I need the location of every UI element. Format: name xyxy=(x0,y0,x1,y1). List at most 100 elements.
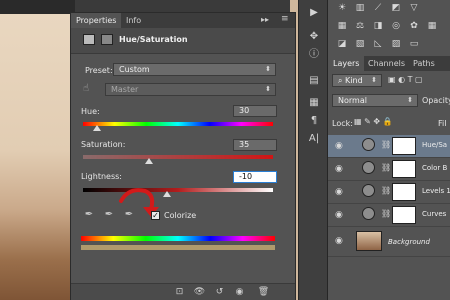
output-color-bar xyxy=(81,245,275,250)
hue-slider-thumb[interactable] xyxy=(93,125,101,131)
layer-row[interactable]: ◉ ⛓ Curves xyxy=(328,204,450,227)
right-panels: ☀ ▥ ⟋ ◩ ▽ ▦ ⚖ ◨ ◎ ✿ ▦ ◪ ▧ ◺ ▨ ▭ Layers C… xyxy=(328,0,450,300)
bw-icon[interactable]: ◨ xyxy=(372,20,384,32)
tab-info[interactable]: Info xyxy=(121,13,146,28)
fill-label: Fil xyxy=(438,119,447,128)
brightness-icon[interactable]: ☀ xyxy=(336,2,348,14)
background-thumb xyxy=(356,231,382,251)
saturation-input[interactable]: 35 xyxy=(233,139,277,151)
layer-name: Curves xyxy=(422,210,447,218)
layer-name: Background xyxy=(388,238,430,246)
preset-value: Custom xyxy=(119,65,150,74)
tab-properties[interactable]: Properties xyxy=(71,13,122,28)
color-lookup-icon[interactable]: ▦ xyxy=(426,20,438,32)
lock-label: Lock: xyxy=(332,119,353,128)
hue-slider-track[interactable] xyxy=(83,122,273,126)
layer-mask-thumb xyxy=(392,137,416,155)
balance-icon[interactable]: ⚖ xyxy=(354,20,366,32)
brush-presets-icon[interactable]: ▤ xyxy=(307,74,321,88)
channel-select[interactable]: Master ⬍ xyxy=(105,83,276,96)
photo-filter-icon[interactable]: ◎ xyxy=(390,20,402,32)
lightness-slider-thumb[interactable] xyxy=(163,191,171,197)
exposure-icon[interactable]: ◩ xyxy=(390,2,402,14)
selective-color-icon[interactable]: ▨ xyxy=(390,38,402,50)
tab-channels[interactable]: Channels xyxy=(363,56,410,71)
hand-target-icon[interactable]: ☝ xyxy=(83,83,89,94)
eye-icon[interactable]: ◉ xyxy=(335,187,343,197)
tab-paths[interactable]: Paths xyxy=(408,56,440,71)
channel-value: Master xyxy=(111,85,139,94)
blend-mode-select[interactable]: Normal ⬍ xyxy=(332,94,418,107)
gradient-map-icon[interactable]: ▭ xyxy=(408,38,420,50)
eyedropper-plus-icon[interactable]: ✒ xyxy=(103,209,115,221)
paragraph-icon[interactable]: ¶ xyxy=(307,114,321,128)
layer-row[interactable]: ◉ ⛓ Hue/Sa xyxy=(328,135,450,158)
layer-filter-icons[interactable]: ▣ ◐ T ▢ xyxy=(388,74,448,86)
eye-icon[interactable]: ◉ xyxy=(335,210,343,220)
layer-row[interactable]: ◉ ⛓ Color B xyxy=(328,158,450,181)
swatches-icon[interactable]: ▦ xyxy=(307,96,321,110)
saturation-slider-thumb[interactable] xyxy=(145,158,153,164)
clip-to-layer-icon[interactable]: ⊡ xyxy=(173,286,186,299)
layer-name: Hue/Sa xyxy=(422,141,448,149)
layer-mask-thumb xyxy=(392,206,416,224)
lock-icons[interactable]: ▦ ✎ ✥ 🔒 xyxy=(354,117,393,126)
preset-label: Preset: xyxy=(85,66,113,75)
trash-icon[interactable]: 🗑 xyxy=(257,286,270,299)
vibrance-icon[interactable]: ▽ xyxy=(408,2,420,14)
lightness-label: Lightness: xyxy=(81,172,122,181)
panel-dock-strip: ▶ ✥ ⓘ ▤ ▦ ¶ A| xyxy=(298,0,328,300)
actions-icon[interactable]: ▶ xyxy=(307,6,321,20)
invert-icon[interactable]: ◪ xyxy=(336,38,348,50)
character-icon[interactable]: A| xyxy=(307,132,321,146)
collapse-icon[interactable]: ▸▸ xyxy=(261,15,269,24)
layer-name: Color B xyxy=(422,164,448,172)
chevron-updown-icon: ⬍ xyxy=(407,96,413,104)
properties-bottom-bar: ⊡ 👁 ↺ ◉ 🗑 xyxy=(71,283,295,300)
input-color-bar xyxy=(81,236,275,241)
link-icon: ⛓ xyxy=(381,186,392,195)
panel-menu-icon[interactable]: ≡ xyxy=(281,14,289,24)
layer-mask-thumb xyxy=(392,183,416,201)
lightness-input[interactable]: -10 xyxy=(233,171,277,183)
threshold-icon[interactable]: ◺ xyxy=(372,38,384,50)
adjustment-thumb-icon xyxy=(362,138,375,151)
hue-input[interactable]: 30 xyxy=(233,105,277,117)
opacity-label: Opacity xyxy=(422,96,450,105)
tab-layers[interactable]: Layers xyxy=(328,56,365,71)
eye-icon[interactable]: ◉ xyxy=(335,164,343,174)
saturation-slider-track[interactable] xyxy=(83,155,273,159)
eyedropper-icon[interactable]: ✒ xyxy=(83,209,95,221)
eyedropper-minus-icon[interactable]: ✒ xyxy=(123,209,135,221)
document-canvas xyxy=(0,0,75,300)
filter-kind-value: Kind xyxy=(345,76,363,85)
visibility-icon[interactable]: ◉ xyxy=(233,286,246,299)
panel-title: Hue/Saturation xyxy=(119,35,188,44)
adjustment-thumb-icon xyxy=(362,161,375,174)
view-previous-icon[interactable]: 👁 xyxy=(193,286,206,299)
history-icon[interactable]: ✥ xyxy=(307,30,321,44)
levels-icon[interactable]: ▥ xyxy=(354,2,366,14)
hue-label: Hue: xyxy=(81,107,100,116)
layer-row[interactable]: ◉ Background xyxy=(328,227,450,257)
mask-icon[interactable] xyxy=(101,34,113,45)
eye-icon[interactable]: ◉ xyxy=(335,141,343,151)
posterize-icon[interactable]: ▧ xyxy=(354,38,366,50)
eye-icon[interactable]: ◉ xyxy=(335,236,343,246)
link-icon: ⛓ xyxy=(381,163,392,172)
curves-icon[interactable]: ⟋ xyxy=(372,2,384,14)
adjustment-thumb-icon xyxy=(362,207,375,220)
huesat-icon[interactable]: ▦ xyxy=(336,20,348,32)
search-icon: ⌕ xyxy=(338,76,346,85)
info-icon[interactable]: ⓘ xyxy=(307,48,321,62)
layer-row[interactable]: ◉ ⛓ Levels 1 xyxy=(328,181,450,204)
reset-icon[interactable]: ↺ xyxy=(213,286,226,299)
chevron-updown-icon: ⬍ xyxy=(265,85,271,93)
layer-filter-select[interactable]: ⌕ Kind ⬍ xyxy=(332,74,382,87)
chevron-updown-icon: ⬍ xyxy=(265,65,271,73)
colorize-checkbox[interactable]: ✓ xyxy=(151,211,160,220)
adjustment-layer-icon xyxy=(83,34,95,45)
lightness-slider-track[interactable] xyxy=(83,188,273,192)
preset-select[interactable]: Custom ⬍ xyxy=(113,63,276,76)
channel-mixer-icon[interactable]: ✿ xyxy=(408,20,420,32)
